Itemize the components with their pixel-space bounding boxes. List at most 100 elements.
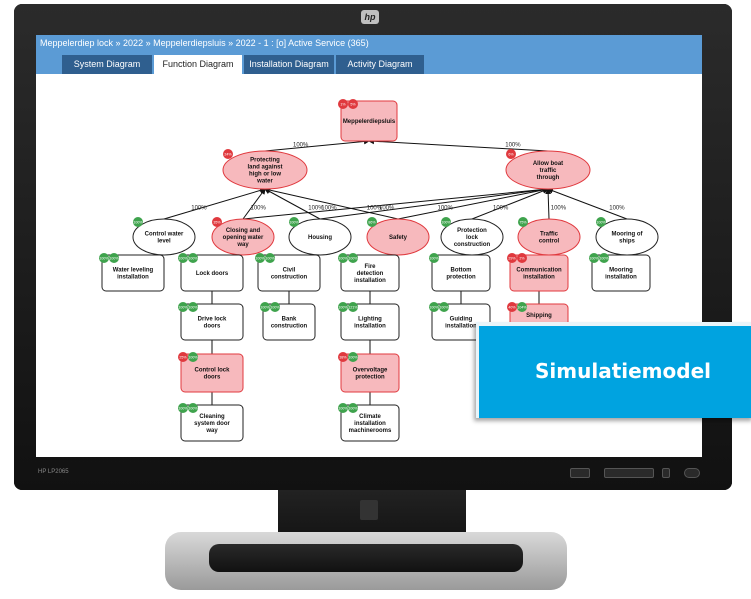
status-badge-value: 100% — [441, 221, 451, 225]
status-badge-value: 24% — [224, 153, 232, 157]
node-label: protection — [355, 375, 385, 381]
status-badge-value: 100% — [188, 356, 198, 360]
edge-label: 100% — [251, 206, 267, 212]
edge-traffic-root — [368, 138, 549, 152]
node-label: Drive lock — [198, 317, 227, 323]
node-bottom[interactable]: Bottomprotection 100% — [429, 253, 491, 292]
node-housing[interactable]: Housing 100% — [288, 217, 352, 256]
edge-label: 100% — [293, 143, 309, 149]
node-civil[interactable]: Civilconstruction 100% 100% — [255, 253, 321, 292]
node-label: water — [256, 179, 273, 185]
node-label: construction — [271, 275, 308, 281]
node-label: Fire — [364, 264, 376, 270]
node-label: machinerooms — [349, 428, 392, 434]
node-label: detection — [357, 271, 384, 277]
node-label: Shipping — [526, 313, 552, 319]
node-label: way — [205, 428, 218, 434]
node-label: Allow boat — [533, 161, 563, 167]
edge-housing-traffic — [319, 186, 549, 220]
node-label: land against — [247, 165, 282, 171]
node-climate[interactable]: Climateinstallationmachinerooms 100% 100% — [338, 403, 400, 442]
node-label: installation — [354, 324, 386, 330]
node-label: installation — [605, 275, 637, 281]
status-badge-value: 100% — [178, 407, 188, 411]
status-badge-value: 100% — [439, 306, 449, 310]
status-badge-value: 100% — [338, 257, 348, 261]
node-label: Control lock — [194, 368, 230, 374]
status-badge-value: 86% — [368, 221, 376, 225]
node-label: Cleaning — [199, 414, 225, 420]
node-communication[interactable]: Communicationinstallation 29% 2% — [507, 253, 569, 292]
node-closing[interactable]: Closing andopening waterway 35% — [211, 217, 275, 256]
status-badge-value: 5% — [350, 103, 356, 107]
edge-label: 100% — [191, 206, 207, 212]
node-traffic-control[interactable]: Trafficcontrol 75% — [517, 217, 581, 256]
node-control-lock[interactable]: Control lockdoors 25% 100% — [178, 352, 244, 393]
status-badge-value: 100% — [348, 356, 358, 360]
node-root[interactable]: Meppelerdiepsluis 1% 5% — [338, 99, 398, 142]
node-label: Climate — [359, 414, 381, 420]
node-label: Bank — [282, 317, 297, 323]
status-badge-value: 100% — [270, 306, 280, 310]
status-badge-value: 100% — [599, 257, 609, 261]
node-safety[interactable]: Safety 86% — [366, 217, 430, 256]
input-button[interactable] — [570, 468, 590, 478]
tab-function-diagram[interactable]: Function Diagram — [154, 55, 242, 74]
tab-bar: System Diagram Function Diagram Installa… — [36, 52, 702, 74]
edge-label: 100% — [438, 206, 454, 212]
node-label: Mooring of — [612, 232, 644, 238]
edge-label: 100% — [379, 206, 395, 212]
node-protection-lock[interactable]: Protectionlockconstruction 100% — [440, 217, 504, 256]
status-badge-value: 1% — [340, 103, 346, 107]
node-water-leveling[interactable]: Water levelinginstallation 100% 100% — [99, 253, 165, 292]
node-lock-doors[interactable]: Lock doors 100% 100% — [178, 253, 244, 292]
node-label: Protection — [457, 228, 487, 234]
status-badge-value: 100% — [265, 257, 275, 261]
node-traffic[interactable]: Allow boattrafficthrough 6% — [505, 149, 591, 190]
status-badge-value: 75% — [519, 221, 527, 225]
status-badge-value: 100% — [260, 306, 270, 310]
node-label: installation — [523, 275, 555, 281]
node-label: installation — [445, 324, 477, 330]
node-label: high or low — [249, 172, 281, 178]
tab-installation-diagram[interactable]: Installation Diagram — [244, 55, 334, 74]
node-bank[interactable]: Bankconstruction 100% 100% — [260, 302, 316, 341]
node-mooring[interactable]: Mooring ofships 100% — [595, 217, 659, 256]
node-drive-lock[interactable]: Drive lockdoors 100% 100% — [178, 302, 244, 341]
node-label: through — [537, 175, 560, 181]
node-mooring-inst[interactable]: Mooringinstallation 100% 100% — [589, 253, 651, 292]
status-badge-value: 100% — [338, 407, 348, 411]
node-label: construction — [454, 242, 491, 248]
edge-closing-traffic — [242, 186, 549, 220]
node-label: lock — [466, 235, 479, 241]
status-badge-value: 100% — [338, 306, 348, 310]
edge-label: 100% — [321, 206, 337, 212]
node-overvoltage[interactable]: Overvoltageprotection 38% 100% — [338, 352, 400, 393]
node-label: installation — [354, 278, 386, 284]
breadcrumb[interactable]: Meppelerdiep lock » 2022 » Meppelerdieps… — [36, 35, 702, 52]
edge-label: 100% — [551, 206, 567, 212]
status-badge-value: 100% — [589, 257, 599, 261]
node-control-water[interactable]: Control waterlevel 100% — [132, 217, 196, 256]
led-indicator — [662, 468, 670, 478]
status-badge-value: 100% — [133, 221, 143, 225]
node-lighting[interactable]: Lightinginstallation 100% 121% — [338, 302, 400, 341]
status-badge-value: 100% — [255, 257, 265, 261]
status-badge-value: 40% — [508, 306, 516, 310]
node-label: control — [539, 239, 560, 245]
node-label: Housing — [308, 235, 332, 241]
status-badge-value: 100% — [348, 257, 358, 261]
node-label: Communication — [516, 268, 562, 274]
edge-control_water-protect — [163, 187, 266, 220]
node-label: Civil — [283, 268, 296, 274]
hp-logo: hp — [361, 10, 379, 24]
power-button[interactable] — [684, 468, 700, 478]
tab-activity-diagram[interactable]: Activity Diagram — [336, 55, 424, 74]
node-cleaning[interactable]: Cleaningsystem doorway 100% 100% — [178, 403, 244, 442]
menu-buttons[interactable] — [604, 468, 654, 478]
node-protect[interactable]: Protectingland againsthigh or lowwater 24… — [222, 149, 308, 190]
node-fire[interactable]: Firedetectioninstallation 100% 100% — [338, 253, 400, 292]
tab-system-diagram[interactable]: System Diagram — [62, 55, 152, 74]
status-badge-value: 100% — [429, 306, 439, 310]
stand-base-inner — [209, 544, 523, 572]
